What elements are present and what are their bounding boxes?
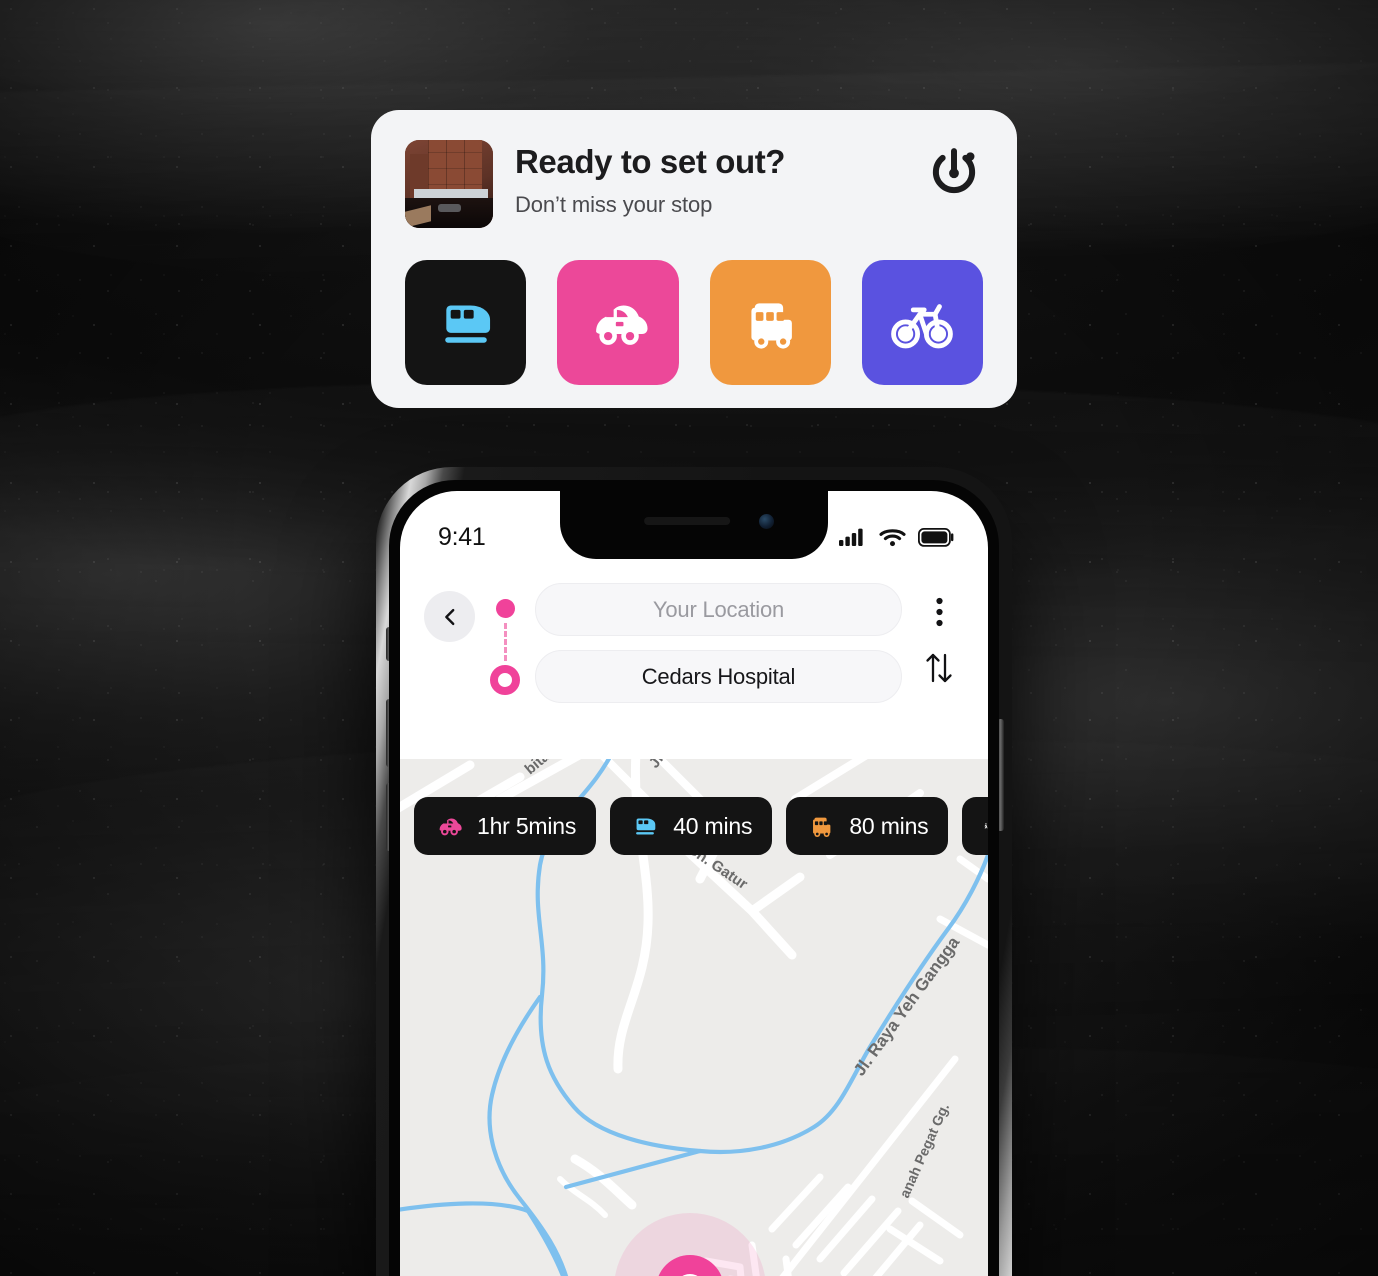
bus-icon [751,302,792,349]
route-chip-bus[interactable]: 80 mins [786,797,949,855]
car-icon [439,818,462,836]
destination-dot [490,665,520,695]
mode-tile-bus[interactable] [709,260,831,385]
route-dashed-line [503,623,507,661]
route-chip-duration: 80 mins [849,812,929,839]
route-chip-duration: 1hr 5mins [477,812,577,839]
notification-subtitle: Don’t miss your stop [515,192,713,218]
map-view[interactable]: bitan Jl. S Gn. Gatur Jl. Raya Yeh Gangg… [400,759,988,1276]
bus-icon [813,817,831,837]
route-chip-duration: 40 mins [673,812,753,839]
notification-card[interactable]: Ready to set out? Don’t miss your stop [371,110,1017,408]
cellular-signal-icon [839,528,863,546]
phone-screen: bitan Jl. S Gn. Gatur Jl. Raya Yeh Gangg… [400,491,988,1276]
mode-tile-bicycle[interactable] [861,260,983,385]
notification-header: Ready to set out? Don’t miss your stop [405,140,983,228]
swap-vertical-icon [926,653,952,683]
train-icon [444,305,490,343]
walk-icon [985,823,988,829]
mode-tile-car[interactable] [557,260,679,385]
mode-tile-train[interactable] [405,260,527,385]
route-search-row: Your Location Cedars Hospital [424,583,964,703]
origin-input[interactable]: Your Location [535,583,902,636]
front-camera [759,514,774,529]
more-options-button[interactable] [922,595,956,629]
battery-icon [918,527,954,547]
route-actions [914,583,964,685]
route-chip-walk[interactable] [962,797,988,855]
transport-mode-row [405,260,983,385]
route-chip-car[interactable]: 1hr 5mins [414,797,597,855]
route-search-panel: Your Location Cedars Hospital [400,561,988,729]
train-icon [636,818,656,835]
back-button[interactable] [424,591,475,642]
origin-dot [495,599,515,618]
route-chip-train[interactable]: 40 mins [610,797,773,855]
notification-text-block: Ready to set out? Don’t miss your stop [515,140,903,218]
notification-thumbnail [405,140,493,228]
route-options-list: 1hr 5mins 40 mins 80 mins [414,797,988,855]
earpiece-speaker [644,517,731,525]
destination-input[interactable]: Cedars Hospital [535,650,902,703]
chevron-left-icon [444,608,454,625]
wifi-icon [879,529,906,547]
more-vertical-icon [935,597,943,627]
status-bar-time: 9:41 [438,522,486,551]
route-fields: Your Location Cedars Hospital [535,583,902,703]
status-bar-icons [839,527,954,547]
swap-locations-button[interactable] [922,651,956,685]
bicycle-icon [891,303,954,348]
phone-notch [560,491,828,559]
power-location-logo-icon [925,142,983,200]
car-icon [596,305,648,345]
screenshot-stage: Ready to set out? Don’t miss your stop b… [0,0,1378,1276]
route-path-indicator [487,583,523,695]
notification-title: Ready to set out? [515,143,786,180]
phone-mockup: bitan Jl. S Gn. Gatur Jl. Raya Yeh Gangg… [362,455,1022,1276]
